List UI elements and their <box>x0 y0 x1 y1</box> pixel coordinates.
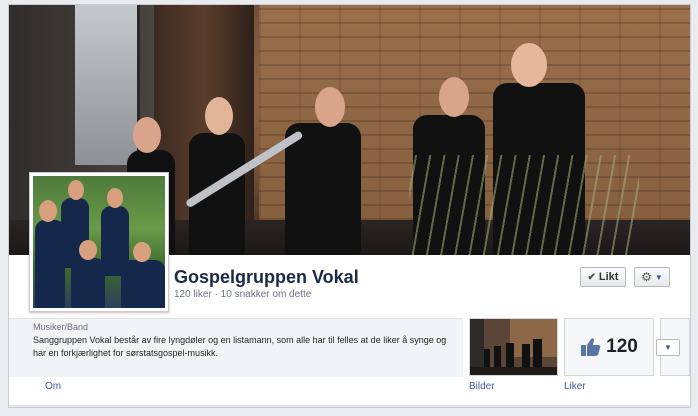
photos-tile[interactable] <box>469 318 558 376</box>
about-description: Sanggruppen Vokal består av fire lyngdøl… <box>33 335 447 358</box>
cover-singer-head <box>315 87 345 127</box>
checkmark-icon: ✔ <box>587 271 596 283</box>
thumbs-up-icon <box>581 338 601 356</box>
cover-grass <box>409 155 639 255</box>
settings-dropdown-button[interactable]: ⚙ ▼ <box>634 267 670 287</box>
cover-singer <box>285 123 361 255</box>
more-tabs-button[interactable]: ▼ <box>656 339 680 356</box>
profile-photo-person <box>71 258 105 308</box>
cover-singer-head <box>511 43 547 87</box>
page-container: Gospelgruppen Vokal 120 liker · 10 snakk… <box>8 4 691 408</box>
likes-count: 120 <box>606 336 638 357</box>
page-stats[interactable]: 120 liker · 10 snakker om dette <box>174 289 311 300</box>
photos-thumbnail <box>470 319 557 375</box>
divider <box>9 405 690 407</box>
profile-photo-head <box>39 200 57 222</box>
profile-photo-head <box>107 188 123 208</box>
liked-button-label: Likt <box>598 271 619 283</box>
gear-icon: ⚙ <box>641 270 652 284</box>
likes-tile[interactable]: 120 <box>564 318 654 376</box>
cover-singer-head <box>439 77 469 117</box>
chevron-down-icon: ▼ <box>654 272 663 282</box>
profile-photo <box>33 176 165 308</box>
page-category: Musiker/Band <box>33 322 89 332</box>
profile-photo-person <box>121 260 165 308</box>
tab-about[interactable]: Om <box>45 381 61 392</box>
tab-photos[interactable]: Bilder <box>469 381 495 392</box>
liked-button[interactable]: ✔ Likt <box>580 267 626 287</box>
cover-singer-head <box>133 117 161 153</box>
page-title[interactable]: Gospelgruppen Vokal <box>174 267 359 288</box>
profile-photo-head <box>79 240 97 260</box>
tab-likes[interactable]: Liker <box>564 381 586 392</box>
profile-photo-head <box>133 242 151 262</box>
cover-window <box>75 5 140 165</box>
profile-photo-head <box>68 180 84 200</box>
chevron-down-icon: ▼ <box>664 343 672 352</box>
profile-picture[interactable] <box>29 172 169 312</box>
cover-singer-head <box>205 97 233 135</box>
